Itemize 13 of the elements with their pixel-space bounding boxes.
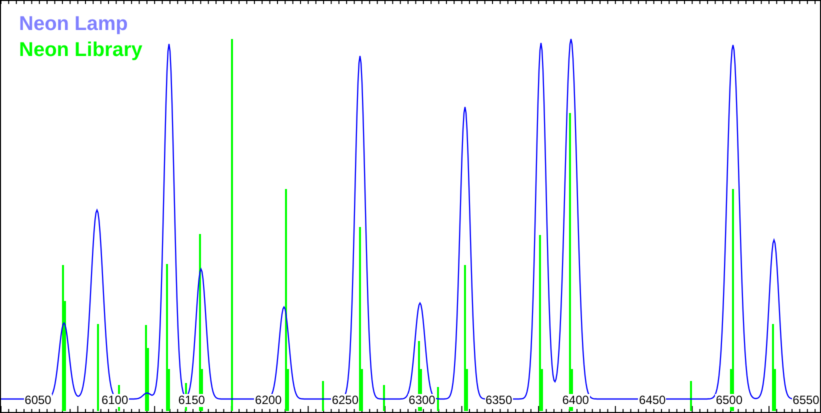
legend-label: Neon Library bbox=[19, 38, 142, 63]
axis-label: 6550 bbox=[792, 394, 820, 407]
axis-label: 6150 bbox=[178, 394, 206, 407]
axis-label: 6200 bbox=[254, 394, 282, 407]
axis-label: 6050 bbox=[24, 394, 52, 407]
axis-label: 6300 bbox=[408, 394, 436, 407]
axis-label: 6350 bbox=[484, 394, 513, 407]
axis-label: 6250 bbox=[331, 394, 360, 407]
axis-label: 6100 bbox=[100, 394, 129, 407]
axis-label: 6400 bbox=[562, 394, 590, 407]
axis-label: 6450 bbox=[638, 394, 666, 407]
legend-label: Neon Lamp bbox=[19, 12, 129, 37]
axis-label: 6500 bbox=[715, 394, 744, 407]
